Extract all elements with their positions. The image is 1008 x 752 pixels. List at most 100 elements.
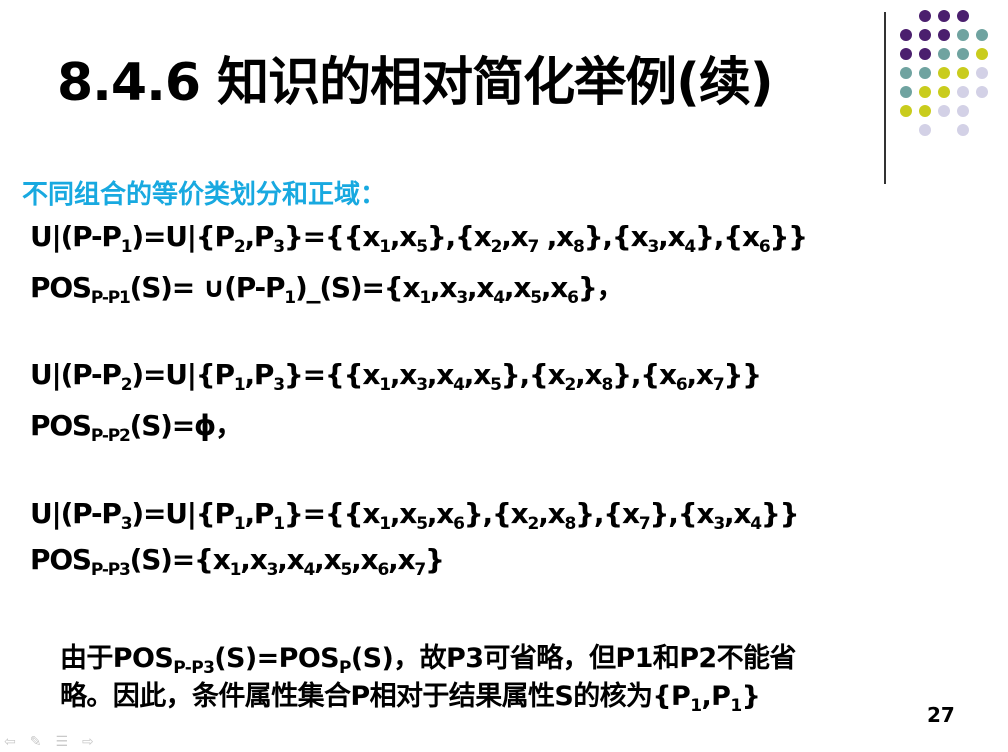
subscript: 2 <box>564 375 577 395</box>
subscript: 2 <box>490 237 503 257</box>
equation-text: ,x <box>575 358 603 391</box>
subscript: 1 <box>379 375 391 395</box>
decorative-dot <box>938 29 950 41</box>
equation-text: 由于POS <box>60 643 174 674</box>
equation-text: ,x <box>388 543 416 576</box>
equation-text: )=U|{P <box>131 358 235 391</box>
subscript: 1 <box>233 514 246 534</box>
decorative-dot <box>900 86 912 98</box>
equation-text: ,x <box>426 497 455 530</box>
decorative-dot <box>919 86 931 98</box>
pen-icon[interactable]: ✎ <box>30 735 42 749</box>
subscript: 3 <box>120 514 133 534</box>
partition-u-p2: U|(P-P2)=U|{P1,P3}={{x1,x3,x4,x5},{x2,x8… <box>30 358 762 394</box>
equation-text: ,x <box>686 358 715 391</box>
subscript: 5 <box>416 237 428 257</box>
equation-text: } <box>425 543 445 576</box>
subscript: 5 <box>490 375 502 395</box>
subscript: 2 <box>233 237 246 257</box>
equation-text: ,P <box>701 681 731 712</box>
equation-text: )_(S)={x <box>294 271 421 304</box>
equation-text: ,x <box>540 271 569 304</box>
conclusion-line-1: 由于POSP-P3(S)=POSP(S)，故P3可省略，但P1和P2不能省 <box>60 636 796 677</box>
partition-u-p1: U|(P-P1)=U|{P2,P3}={{x1,x5},{x2,x7 ,x8},… <box>30 220 808 256</box>
subscript: 1 <box>690 696 702 716</box>
equation-text: )=U|{P <box>131 497 235 530</box>
decorative-dot <box>976 67 988 79</box>
subscript: 4 <box>303 560 316 580</box>
menu-icon[interactable]: ☰ <box>55 735 68 749</box>
equation-text: ,x <box>501 220 529 253</box>
equation-text: (S)={x <box>129 543 231 576</box>
prev-arrow-icon[interactable]: ⇦ <box>4 735 16 749</box>
equation-text: ,x <box>314 543 342 576</box>
subscript: 7 <box>712 375 725 395</box>
subscript: 1 <box>379 237 391 257</box>
decorative-dot <box>919 67 931 79</box>
subscript: 5 <box>340 560 352 580</box>
equation-text: )=U|{P <box>131 220 235 253</box>
equation-text: ,x <box>351 543 379 576</box>
decorative-dot <box>900 29 912 41</box>
equation-text: ,x <box>538 497 566 530</box>
equation-text: },{x <box>695 220 760 253</box>
equation-text: }={{x <box>283 497 381 530</box>
equation-text: ,x <box>389 220 418 253</box>
subscript: 3 <box>647 237 659 257</box>
subscript: 4 <box>453 375 465 395</box>
subscript: 6 <box>758 237 771 257</box>
equation-text: ,x <box>723 497 752 530</box>
slide-title: 8.4.6 知识的相对简化举例(续) <box>57 53 774 113</box>
equation-text: POS <box>30 271 92 304</box>
decorative-dot <box>919 29 931 41</box>
subscript: 6 <box>453 514 465 534</box>
decorative-dot <box>938 67 950 79</box>
equation-text: (S)= ∪(P-P <box>129 271 286 304</box>
subscript: P-P2 <box>90 426 131 446</box>
equation-text: }={{x <box>283 358 381 391</box>
equation-text: },{x <box>463 497 529 530</box>
subscript: 7 <box>527 237 540 257</box>
slide-nav-bar: ⇦ ✎ ☰ ⇨ <box>4 734 94 750</box>
decorative-dot <box>957 124 969 136</box>
equation-text: ,x <box>463 358 492 391</box>
title-divider-line <box>884 12 886 184</box>
positive-region-p3: POSP-P3(S)={x1,x3,x4,x5,x6,x7} <box>30 543 445 579</box>
equation-text: ,x <box>389 358 418 391</box>
partition-u-p3: U|(P-P3)=U|{P1,P1}={{x1,x5,x6},{x2,x8},{… <box>30 497 800 533</box>
equation-text: },{x <box>583 220 649 253</box>
subscript: 2 <box>527 514 540 534</box>
decorative-dot-grid <box>900 10 1008 160</box>
equation-text: },{x <box>649 497 715 530</box>
conclusion-line-2: 略。因此，条件属性集合P相对于结果属性S的核为{P1,P1} <box>60 674 761 716</box>
next-arrow-icon[interactable]: ⇨ <box>82 735 94 749</box>
subscript: 1 <box>273 514 285 534</box>
subscript: 8 <box>601 375 613 395</box>
equation-text: U|(P-P <box>30 358 122 391</box>
subscript: 7 <box>414 560 426 580</box>
equation-text: POS <box>30 543 92 576</box>
subscript: P-P3 <box>90 560 131 580</box>
equation-text: ,P <box>244 358 275 391</box>
decorative-dot <box>938 105 950 117</box>
decorative-dot <box>919 10 931 22</box>
equation-text: ,x <box>503 271 532 304</box>
decorative-dot <box>976 29 988 41</box>
subscript: 6 <box>675 375 688 395</box>
equation-text: ,P <box>244 220 275 253</box>
equation-text: U|(P-P <box>30 497 122 530</box>
equation-text: } <box>741 681 761 712</box>
equation-text: }， <box>577 271 625 304</box>
subscript: 1 <box>284 288 296 308</box>
equation-text: ,P <box>244 497 275 530</box>
equation-text: ,x <box>466 271 495 304</box>
decorative-dot <box>938 10 950 22</box>
equation-text: ,x <box>277 543 305 576</box>
decorative-dot <box>900 67 912 79</box>
decorative-dot <box>938 48 950 60</box>
subscript: 4 <box>750 514 762 534</box>
subscript: 2 <box>120 375 133 395</box>
page-number: 27 <box>927 703 955 727</box>
decorative-dot <box>900 48 912 60</box>
equation-text: },{x <box>612 358 677 391</box>
